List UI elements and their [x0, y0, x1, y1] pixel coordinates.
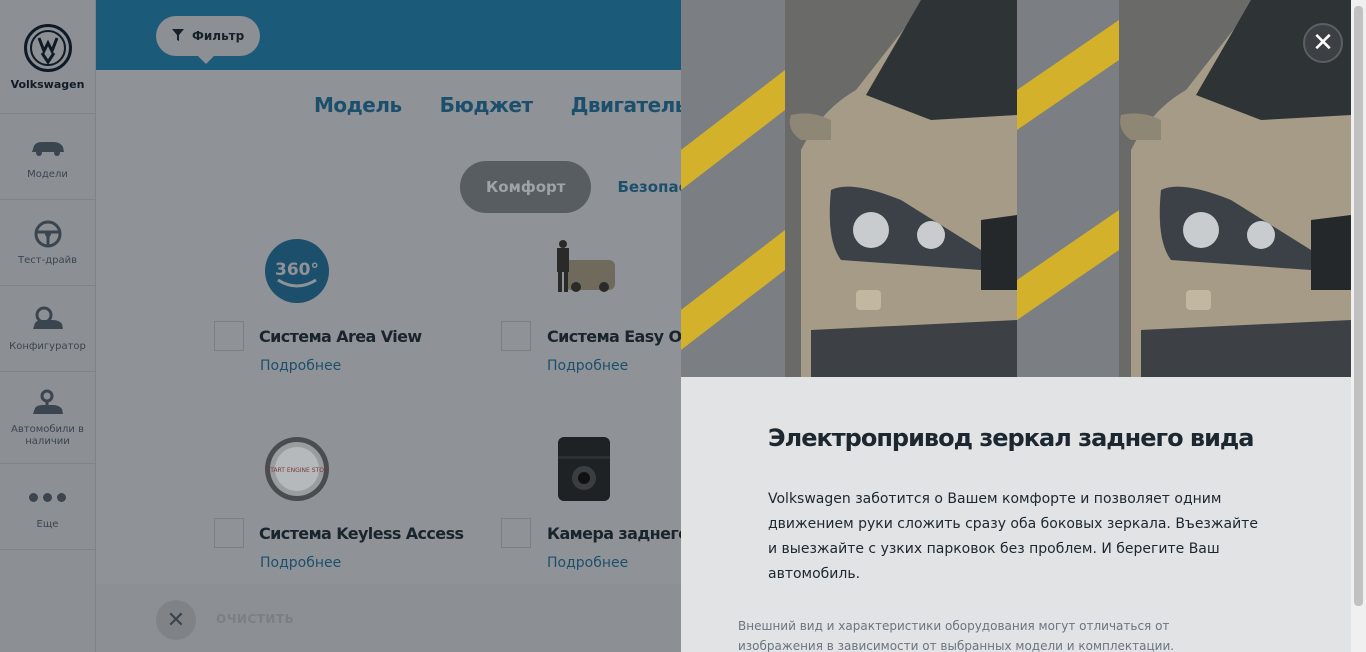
modal-title: Электропривод зеркал заднего вида	[768, 424, 1254, 452]
car-key-icon	[30, 388, 66, 418]
category-chips: Комфорт Безопасность	[460, 161, 681, 213]
area-view-checkbox[interactable]	[214, 321, 244, 351]
close-icon: ✕	[166, 607, 186, 633]
tab-budget[interactable]: Бюджет	[440, 93, 533, 117]
filter-button[interactable]: Фильтр	[156, 16, 261, 64]
start-engine-icon-text: START ENGINE STOP	[266, 467, 327, 474]
modal-close-button[interactable]: ✕	[1303, 23, 1343, 63]
car-mirror-photo	[681, 0, 1351, 377]
sidebar-item-more[interactable]: Еще	[0, 464, 95, 550]
sidebar-item-test-drive[interactable]: Тест-драйв	[0, 200, 95, 286]
sidebar: Volkswagen Модели Тест-драйв Конфигурато…	[0, 0, 96, 652]
area-view-icon-text: 360°	[275, 260, 319, 280]
feature-title: Камера заднего вида	[547, 524, 681, 543]
feature-title: Система Easy Open	[547, 327, 681, 346]
rear-camera-icon	[551, 436, 617, 502]
car-settings-icon	[30, 305, 66, 335]
filter-icon	[172, 28, 184, 44]
area-view-360-icon: 360°	[264, 238, 330, 304]
page-scrollbar[interactable]	[1351, 0, 1366, 652]
tab-engine[interactable]: Двигатель	[571, 93, 681, 117]
feature-detail-modal: ✕ Электропривод зеркал заднего вида Volk…	[681, 0, 1351, 652]
easy-open-trunk-icon	[551, 236, 617, 302]
close-icon: ✕	[1312, 28, 1334, 58]
sidebar-item-models[interactable]: Модели	[0, 114, 95, 200]
brand-name: Volkswagen	[10, 78, 85, 91]
modal-description: Volkswagen заботится о Вашем комфорте и …	[768, 491, 1258, 582]
sidebar-item-label: Модели	[27, 168, 68, 180]
feature-more-link[interactable]: Подробнее	[547, 358, 628, 374]
easy-open-checkbox[interactable]	[501, 321, 531, 351]
main-content: Фильтр Модель Бюджет Двигатель Комфорт Б…	[96, 0, 681, 652]
top-bar: Фильтр	[96, 0, 681, 70]
chip-safety[interactable]: Безопасность	[617, 178, 681, 196]
keyless-start-button-icon: START ENGINE STOP	[264, 436, 330, 502]
feature-title: Система Area View	[259, 327, 422, 346]
car-icon	[30, 133, 66, 163]
scrollbar-thumb[interactable]	[1354, 6, 1363, 606]
keyless-access-checkbox[interactable]	[214, 518, 244, 548]
tab-model[interactable]: Модель	[314, 93, 402, 117]
feature-title: Система Keyless Access	[259, 524, 464, 543]
feature-more-link[interactable]: Подробнее	[260, 358, 341, 374]
feature-more-link[interactable]: Подробнее	[260, 555, 341, 571]
sidebar-item-configurator[interactable]: Конфигуратор	[0, 286, 95, 372]
filter-label: Фильтр	[192, 29, 245, 43]
modal-disclaimer: Внешний вид и характеристики оборудовани…	[738, 619, 1175, 652]
more-dots-icon	[29, 483, 66, 513]
steering-wheel-icon	[30, 219, 66, 249]
sidebar-item-label: Тест-драйв	[18, 254, 77, 266]
sidebar-item-label: Автомобили в наличии	[11, 423, 84, 447]
rear-camera-checkbox[interactable]	[501, 518, 531, 548]
feature-more-link[interactable]: Подробнее	[547, 555, 628, 571]
filter-tabs: Модель Бюджет Двигатель	[314, 93, 681, 117]
chip-comfort[interactable]: Комфорт	[460, 161, 592, 213]
clear-button[interactable]: ✕	[156, 600, 196, 640]
sidebar-item-label: Еще	[36, 518, 59, 530]
vw-logo-icon	[23, 24, 72, 72]
brand[interactable]: Volkswagen	[0, 0, 95, 114]
clear-label[interactable]: ОЧИСТИТЬ	[216, 612, 294, 626]
sidebar-item-label: Конфигуратор	[9, 340, 86, 352]
bottom-bar: ✕ ОЧИСТИТЬ	[96, 584, 681, 652]
sidebar-item-stock[interactable]: Автомобили в наличии	[0, 372, 95, 464]
